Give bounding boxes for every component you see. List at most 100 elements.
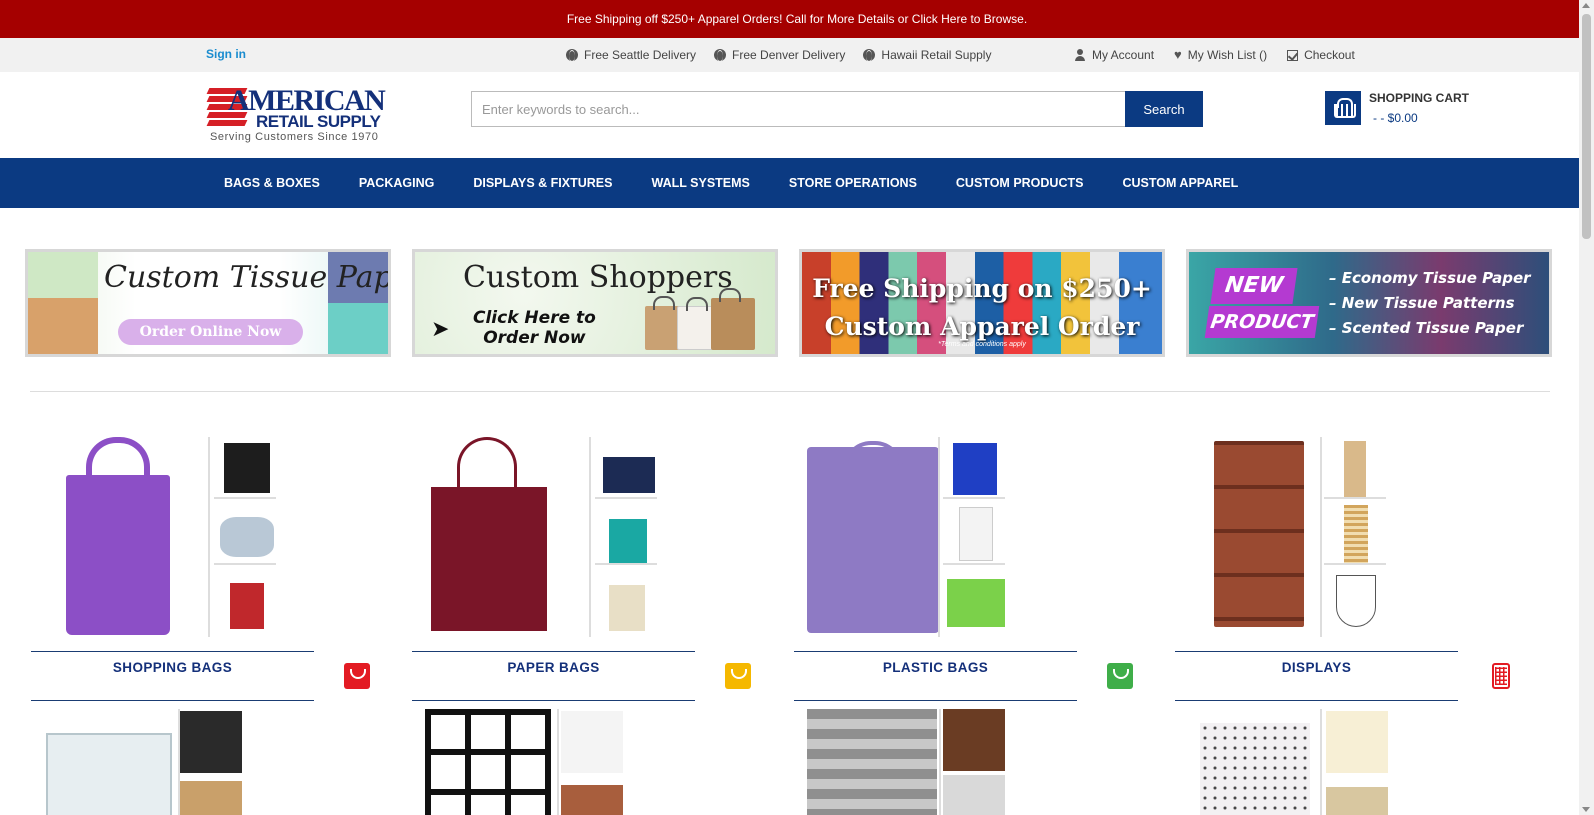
hawaii-retail-link[interactable]: Hawaii Retail Supply — [863, 48, 991, 62]
category-displays[interactable]: DISPLAYS — [1174, 437, 1534, 701]
globe-icon — [863, 49, 876, 62]
shopping-bag-icon[interactable] — [1107, 663, 1133, 689]
seattle-delivery-link[interactable]: Free Seattle Delivery — [566, 48, 696, 62]
category-title[interactable]: DISPLAYS — [1175, 651, 1458, 701]
search-form: Search — [471, 91, 1203, 127]
cello-bag-image — [214, 503, 276, 565]
hook-image — [561, 785, 623, 815]
patterned-tissue-image — [1200, 723, 1310, 815]
globe-icon — [714, 49, 727, 62]
wine-shop-bag-image — [431, 487, 547, 631]
utility-bar: Sign in Free Seattle Delivery Free Denve… — [0, 38, 1594, 72]
category-slatwall[interactable] — [807, 709, 1027, 815]
seattle-delivery-label: Free Seattle Delivery — [584, 48, 697, 62]
nav-bags-boxes[interactable]: BAGS & BOXES — [224, 176, 320, 190]
green-plastic-bag-image — [943, 569, 1005, 631]
wish-list-label: My Wish List () — [1187, 48, 1268, 62]
image-separator — [938, 437, 940, 637]
cart-title[interactable]: SHOPPING CART — [1369, 91, 1469, 105]
scroll-down-arrow-icon[interactable] — [1582, 807, 1590, 812]
display-rack-icon[interactable] — [1492, 663, 1510, 689]
cursor-arrow-icon: ➤ — [431, 316, 450, 341]
checkbox-icon — [1287, 49, 1299, 61]
site-logo[interactable]: AMERICAN RETAIL SUPPLY Serving Customers… — [206, 86, 386, 144]
product-badge: PRODUCT — [1204, 306, 1320, 338]
banner-new-product[interactable]: NEW PRODUCT – Economy Tissue Paper – New… — [1186, 249, 1552, 357]
image-separator — [557, 709, 559, 815]
banner-title: Free Shipping on $250+ Custom Apparel Or… — [802, 270, 1162, 346]
banner-subtitle: Click Here to Order Now — [473, 308, 596, 348]
shopping-bag-icon[interactable] — [725, 663, 751, 689]
new-badge: NEW — [1210, 268, 1298, 304]
category-images — [411, 437, 771, 641]
banner-subtitle-line: Order Now — [483, 328, 586, 348]
page: Free Shipping off $250+ Apparel Orders! … — [0, 0, 1594, 815]
banner-free-shipping-apparel[interactable]: Free Shipping on $250+ Custom Apparel Or… — [799, 249, 1165, 357]
my-account-link[interactable]: My Account — [1074, 48, 1154, 62]
rotating-display-image — [1214, 441, 1304, 627]
delivery-links: Free Seattle Delivery Free Denver Delive… — [566, 48, 991, 62]
bag-handle-image — [457, 437, 517, 491]
white-slatwall-image — [943, 775, 1005, 815]
banner-custom-tissue-paper[interactable]: Custom Tissue Paper Order Online Now — [25, 249, 391, 357]
denver-delivery-link[interactable]: Free Denver Delivery — [714, 48, 845, 62]
search-button[interactable]: Search — [1125, 91, 1203, 127]
category-plastic-bags[interactable]: PLASTIC BAGS — [793, 437, 1153, 701]
shopping-cart[interactable]: SHOPPING CART - - $0.00 — [1325, 91, 1469, 125]
banner-title: Custom Shoppers — [463, 260, 733, 295]
category-shopping-bags[interactable]: SHOPPING BAGS — [30, 437, 390, 701]
logo-tagline: Serving Customers Since 1970 — [210, 131, 379, 143]
category-tissue-paper[interactable] — [1190, 709, 1410, 815]
cart-info: SHOPPING CART - - $0.00 — [1369, 91, 1469, 125]
image-separator — [939, 709, 941, 815]
category-title[interactable]: PLASTIC BAGS — [794, 651, 1077, 701]
tissue-sample-image — [28, 252, 98, 354]
hawaii-retail-label: Hawaii Retail Supply — [881, 48, 992, 62]
heart-icon: ♥ — [1174, 47, 1182, 62]
purple-tote-bag-image — [66, 475, 170, 635]
category-paper-bags[interactable]: PAPER BAGS — [411, 437, 771, 701]
category-showcases[interactable] — [30, 709, 250, 815]
purple-plastic-bag-image — [807, 447, 939, 633]
shopping-basket-icon[interactable] — [1325, 91, 1361, 125]
order-online-button[interactable]: Order Online Now — [118, 319, 303, 345]
nav-packaging[interactable]: PACKAGING — [359, 176, 434, 190]
nav-custom-apparel[interactable]: CUSTOM APPAREL — [1122, 176, 1238, 190]
image-separator — [1320, 709, 1322, 815]
scroll-up-arrow-icon[interactable] — [1582, 3, 1590, 8]
promo-text[interactable]: Free Shipping off $250+ Apparel Orders! … — [567, 12, 1027, 26]
wish-list-link[interactable]: ♥ My Wish List () — [1174, 48, 1267, 62]
hook-image — [561, 711, 623, 773]
sign-in-link[interactable]: Sign in — [206, 47, 246, 61]
checkout-link[interactable]: Checkout — [1287, 48, 1355, 62]
red-paper-bag-image — [214, 569, 276, 631]
blue-plastic-bag-image — [943, 437, 1005, 499]
image-separator — [589, 437, 591, 637]
nav-wall-systems[interactable]: WALL SYSTEMS — [651, 176, 749, 190]
nav-displays-fixtures[interactable]: DISPLAYS & FIXTURES — [473, 176, 612, 190]
category-title[interactable]: PAPER BAGS — [412, 651, 695, 701]
wire-basket-display-image — [1324, 569, 1386, 631]
banner-custom-shoppers[interactable]: Custom Shoppers ➤ Click Here to Order No… — [412, 249, 778, 357]
section-divider — [30, 391, 1550, 392]
shopping-bag-icon[interactable] — [344, 663, 370, 689]
new-product-list: – Economy Tissue Paper – New Tissue Patt… — [1329, 266, 1531, 341]
category-gridwall[interactable] — [411, 709, 631, 815]
account-links: My Account ♥ My Wish List () Checkout — [1074, 48, 1355, 62]
glass-showcase-image — [46, 733, 172, 815]
category-title[interactable]: SHOPPING BAGS — [31, 651, 314, 701]
scrollbar-thumb[interactable] — [1582, 14, 1591, 239]
crate-display-image — [1324, 437, 1386, 499]
bag-handle-image — [843, 441, 903, 469]
nav-custom-products[interactable]: CUSTOM PRODUCTS — [956, 176, 1084, 190]
canvas-tote-image — [595, 569, 657, 631]
main-nav: BAGS & BOXES PACKAGING DISPLAYS & FIXTUR… — [0, 158, 1594, 208]
nav-store-operations[interactable]: STORE OPERATIONS — [789, 176, 917, 190]
logo-sub-text: RETAIL SUPPLY — [256, 112, 381, 131]
cart-total[interactable]: - - $0.00 — [1373, 111, 1469, 125]
category-images — [793, 437, 1153, 641]
teal-paper-bag-image — [595, 503, 657, 565]
promo-banner[interactable]: Free Shipping off $250+ Apparel Orders! … — [0, 0, 1594, 38]
page-scrollbar[interactable] — [1579, 0, 1594, 815]
search-input[interactable] — [471, 91, 1125, 127]
